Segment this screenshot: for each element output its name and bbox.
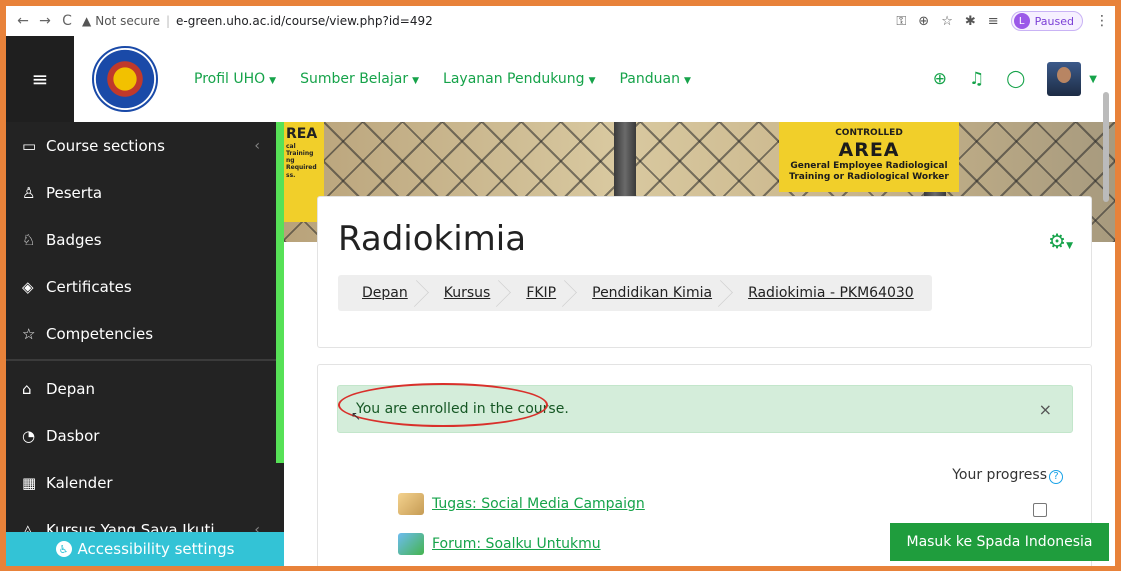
reload-icon[interactable]: C: [56, 13, 78, 29]
user-menu-chevron-icon[interactable]: ▼: [1089, 74, 1097, 85]
sidebar-item-course-sections[interactable]: ▭ Course sections ‹: [6, 122, 276, 169]
extensions-icon[interactable]: ✱: [965, 14, 976, 29]
reading-list-icon[interactable]: ≡: [988, 14, 999, 29]
globe-icon[interactable]: ⊕: [933, 69, 947, 89]
sidebar-item-label: Kalender: [46, 473, 113, 492]
dashboard-icon: ◔: [22, 426, 36, 445]
accessibility-settings-button[interactable]: ♿ Accessibility settings: [6, 532, 284, 566]
completion-checkbox[interactable]: [1033, 503, 1047, 517]
chat-icon[interactable]: ◯: [1006, 69, 1025, 89]
key-icon[interactable]: ⚿: [896, 14, 906, 29]
sidebar-item-label: Badges: [46, 230, 102, 249]
users-icon: ♙: [22, 183, 36, 202]
certificate-icon: ◈: [22, 277, 34, 296]
sidebar-item-badges[interactable]: ♘ Badges: [6, 216, 276, 263]
sidebar-item-label: Course sections: [46, 136, 165, 155]
accessibility-icon: ♿: [55, 541, 72, 557]
breadcrumb-kursus[interactable]: Kursus: [426, 275, 509, 311]
browser-toolbar: ← → C ▲ Not secure | e-green.uho.ac.id/c…: [6, 6, 1115, 36]
help-icon[interactable]: ?: [1049, 470, 1063, 484]
breadcrumb: Depan Kursus FKIP Pendidikan Kimia Radio…: [338, 275, 932, 311]
star-icon: ☆: [22, 324, 36, 343]
sidebar: ▭ Course sections ‹ ♙ Peserta ♘ Badges ◈…: [6, 122, 276, 566]
menu-profil-uho[interactable]: Profil UHO ▼: [194, 71, 276, 87]
navbar-actions: ⊕ ♫ ◯ ▼: [933, 62, 1115, 96]
main-menu: Profil UHO ▼ Sumber Belajar ▼ Layanan Pend…: [194, 71, 691, 87]
page-scrollbar[interactable]: [1103, 92, 1109, 202]
sidebar-item-certificates[interactable]: ◈ Certificates: [6, 263, 276, 310]
sidebar-item-peserta[interactable]: ♙ Peserta: [6, 169, 276, 216]
sidebar-item-kalender[interactable]: ▦ Kalender: [6, 459, 276, 506]
spada-indonesia-button[interactable]: Masuk ke Spada Indonesia: [890, 523, 1109, 561]
calendar-icon: ▦: [22, 473, 37, 492]
red-annotation-ellipse: [338, 383, 548, 427]
course-header-card: Radiokimia ⚙▼ Depan Kursus FKIP Pendidik…: [317, 196, 1092, 348]
sidebar-item-label: Certificates: [46, 277, 132, 296]
bell-icon[interactable]: ♫: [969, 69, 984, 89]
progress-label: Your progress?: [952, 467, 1063, 484]
warning-icon: ▲: [82, 14, 92, 28]
activity-link[interactable]: Tugas: Social Media Campaign: [432, 496, 645, 512]
browser-menu-icon[interactable]: ⋮: [1095, 13, 1109, 29]
sidebar-item-label: Dasbor: [46, 426, 100, 445]
home-icon: ⌂: [22, 379, 32, 398]
paused-label: Paused: [1034, 14, 1074, 28]
back-icon[interactable]: ←: [12, 13, 34, 29]
accessibility-label: Accessibility settings: [77, 540, 235, 558]
url-separator: |: [165, 14, 171, 28]
sidebar-item-competencies[interactable]: ☆ Competencies: [6, 310, 276, 357]
badge-icon: ♘: [22, 230, 36, 249]
profile-paused-button[interactable]: L Paused: [1010, 11, 1083, 31]
chevron-left-icon[interactable]: ‹: [254, 138, 260, 154]
forum-icon: [398, 533, 424, 555]
forward-icon[interactable]: →: [34, 13, 56, 29]
menu-sumber-belajar[interactable]: Sumber Belajar ▼: [300, 71, 419, 87]
page-title: Radiokimia: [338, 219, 527, 259]
sidebar-item-dasbor[interactable]: ◔ Dasbor: [6, 412, 276, 459]
profile-avatar: L: [1013, 13, 1030, 29]
sidebar-item-label: Competencies: [46, 324, 154, 343]
folder-icon: ▭: [22, 136, 37, 155]
bookmark-star-icon[interactable]: ☆: [941, 14, 953, 29]
sidebar-item-label: Depan: [46, 379, 95, 398]
address-bar[interactable]: ▲ Not secure | e-green.uho.ac.id/course/…: [82, 14, 433, 28]
sidebar-divider: [6, 359, 276, 361]
university-logo[interactable]: [92, 46, 158, 112]
activity-assignment: Tugas: Social Media Campaign: [398, 493, 645, 515]
sidebar-item-label: Peserta: [46, 183, 103, 202]
breadcrumb-pendidikan-kimia[interactable]: Pendidikan Kimia: [574, 275, 730, 311]
breadcrumb-fkip[interactable]: FKIP: [508, 275, 574, 311]
breadcrumb-depan[interactable]: Depan: [344, 275, 426, 311]
not-secure-label: Not secure: [95, 14, 160, 28]
hamburger-menu-icon[interactable]: ≡: [6, 36, 74, 122]
screenshot-frame: ← → C ▲ Not secure | e-green.uho.ac.id/c…: [0, 0, 1121, 571]
mouse-cursor-icon: ↖: [351, 409, 362, 423]
warning-sign-right: CONTROLLED AREA General Employee Radiolo…: [779, 122, 959, 192]
close-icon[interactable]: ×: [1039, 400, 1052, 419]
breadcrumb-radiokimia[interactable]: Radiokimia - PKM64030: [730, 275, 932, 311]
user-avatar[interactable]: [1047, 62, 1082, 96]
sidebar-scroll-accent: [276, 122, 284, 463]
zoom-icon[interactable]: ⊕: [918, 14, 929, 29]
menu-layanan-pendukung[interactable]: Layanan Pendukung ▼: [443, 71, 595, 87]
activity-forum: Forum: Soalku Untukmu: [398, 533, 601, 555]
url-text[interactable]: e-green.uho.ac.id/course/view.php?id=492: [176, 14, 433, 28]
top-navbar: ≡ Profil UHO ▼ Sumber Belajar ▼ Layanan Pe…: [6, 36, 1115, 122]
sidebar-item-depan[interactable]: ⌂ Depan: [6, 365, 276, 412]
assignment-icon: [398, 493, 424, 515]
menu-panduan[interactable]: Panduan ▼: [619, 71, 690, 87]
gear-icon[interactable]: ⚙▼: [1048, 229, 1073, 253]
activity-link[interactable]: Forum: Soalku Untukmu: [432, 536, 601, 552]
browser-actions: ⚿ ⊕ ☆ ✱ ≡ L Paused ⋮: [896, 11, 1109, 31]
